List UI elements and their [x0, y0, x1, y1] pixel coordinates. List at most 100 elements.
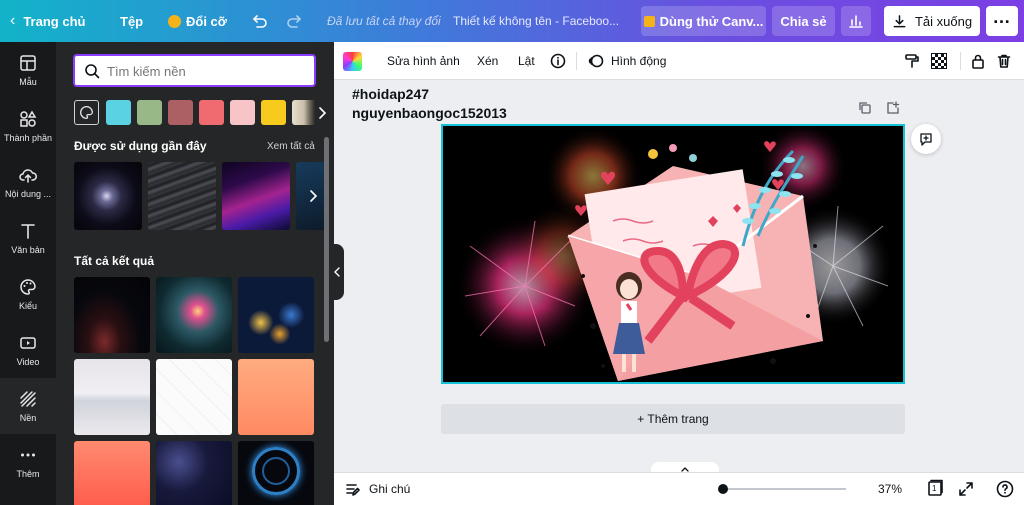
color-swatch[interactable] — [230, 100, 255, 125]
animate-label: Hình động — [611, 54, 667, 68]
background-icon — [20, 390, 36, 407]
bottom-bar: Ghi chú 37% 1 — [334, 472, 1024, 505]
edit-image-button[interactable]: Sửa hình ảnh — [387, 42, 460, 80]
edit-image-label: Sửa hình ảnh — [387, 54, 460, 68]
add-page-button[interactable]: + Thêm trang — [441, 404, 905, 434]
context-toolbar: Sửa hình ảnh Xén Lật Hình động — [334, 42, 1024, 80]
file-label: Tệp — [120, 13, 144, 29]
text-icon — [21, 223, 35, 239]
search-box[interactable] — [73, 54, 316, 87]
lock-button[interactable] — [970, 42, 986, 80]
add-comment-button[interactable] — [911, 124, 941, 154]
add-page-icon — [887, 101, 900, 114]
document-title[interactable]: Thiết kế không tên - Facebоо... — [453, 0, 619, 42]
more-icon — [21, 453, 35, 456]
try-pro-button[interactable]: Dùng thử Canv... — [641, 6, 766, 36]
background-thumbnail[interactable] — [74, 441, 150, 505]
palette-icon — [80, 106, 93, 119]
ring-graphic — [262, 457, 290, 485]
resize-label: Đổi cỡ — [186, 13, 228, 29]
download-icon — [893, 14, 906, 27]
background-thumbnail[interactable] — [238, 441, 314, 505]
panel-scrollbar[interactable] — [324, 137, 329, 342]
undo-button[interactable] — [250, 0, 268, 42]
chevron-right-icon — [310, 190, 318, 202]
background-thumbnail[interactable] — [156, 359, 232, 435]
recent-heading: Được sử dụng gần đây — [74, 139, 207, 153]
zoom-slider-track[interactable] — [722, 488, 846, 490]
design-canvas[interactable] — [441, 124, 905, 384]
notes-icon — [346, 484, 360, 496]
help-button[interactable] — [996, 480, 1014, 503]
info-button[interactable] — [550, 42, 566, 80]
search-icon — [85, 64, 100, 79]
zoom-level[interactable]: 37% — [878, 482, 902, 496]
color-swatch[interactable] — [137, 100, 162, 125]
page-caption: #hoidap247 nguyenbaongoc152013 — [352, 85, 507, 123]
color-swatch[interactable] — [106, 100, 131, 125]
rail-item-templates[interactable]: Mẫu — [0, 42, 56, 98]
paint-roller-icon — [905, 54, 919, 68]
notes-button[interactable]: Ghi chú — [345, 481, 410, 497]
rail-item-uploads[interactable]: Nội dung ... — [0, 154, 56, 210]
duplicate-page-button[interactable] — [858, 101, 872, 120]
rail-item-styles[interactable]: Kiểu — [0, 266, 56, 322]
background-thumbnail[interactable] — [238, 359, 314, 435]
collapse-panel-button[interactable] — [330, 244, 344, 300]
layout-icon — [20, 54, 36, 71]
zoom-slider-thumb[interactable] — [718, 484, 728, 494]
see-all-link[interactable]: Xem tất cả — [267, 141, 315, 152]
rail-label: Video — [16, 356, 40, 367]
chevron-left-icon — [334, 267, 340, 277]
flip-button[interactable]: Lật — [518, 42, 535, 80]
custom-color-button[interactable] — [74, 100, 99, 125]
add-page-icon-button[interactable] — [886, 101, 900, 120]
toolbar-divider — [960, 52, 961, 70]
rail-item-video[interactable]: Video — [0, 322, 56, 378]
rail-item-more[interactable]: Thêm — [0, 434, 56, 490]
background-thumbnail[interactable] — [238, 277, 314, 353]
copy-style-button[interactable] — [904, 42, 920, 80]
rail-label: Nền — [19, 412, 37, 423]
crop-button[interactable]: Xén — [477, 42, 498, 80]
insights-button[interactable] — [841, 6, 871, 36]
background-thumbnail[interactable] — [222, 162, 290, 230]
rail-item-text[interactable]: Văn bản — [0, 210, 56, 266]
home-button[interactable]: ‹ Trang chủ — [10, 0, 85, 42]
rail-label: Thêm — [16, 468, 40, 479]
download-button[interactable]: Tải xuống — [884, 6, 980, 36]
background-thumbnail[interactable] — [74, 162, 142, 230]
background-thumbnail[interactable] — [156, 277, 232, 353]
page-grid-button[interactable]: 1 — [926, 479, 944, 497]
background-thumbnail[interactable] — [156, 441, 232, 505]
share-button[interactable]: Chia sẻ — [772, 6, 835, 36]
download-label: Tải xuống — [914, 13, 973, 29]
rail-item-background[interactable]: Nền — [0, 378, 56, 434]
redo-icon — [287, 15, 301, 28]
animate-button[interactable]: Hình động — [588, 42, 666, 80]
fireworks-letter-artwork — [455, 126, 893, 381]
delete-button[interactable] — [996, 42, 1012, 80]
swatch-scroll-right-button[interactable] — [304, 98, 332, 127]
color-swatch[interactable] — [199, 100, 224, 125]
file-menu-button[interactable]: Tệp — [120, 0, 143, 42]
background-thumbnail[interactable] — [74, 277, 150, 353]
recent-scroll-right-button[interactable] — [302, 182, 324, 210]
fullscreen-button[interactable] — [958, 481, 974, 502]
resize-button[interactable]: Đổi cỡ — [168, 0, 227, 42]
background-thumbnail[interactable] — [74, 359, 150, 435]
color-picker-button[interactable] — [343, 42, 362, 80]
rail-item-elements[interactable]: Thành phần — [0, 98, 56, 154]
crown-icon — [168, 14, 181, 28]
color-swatch[interactable] — [168, 100, 193, 125]
more-options-button[interactable]: … — [986, 6, 1018, 36]
upload-cloud-icon — [19, 168, 37, 183]
rail-label: Thành phần — [3, 132, 53, 143]
transparency-button[interactable] — [931, 42, 947, 80]
background-thumbnail[interactable] — [148, 162, 216, 230]
search-input[interactable] — [107, 61, 307, 81]
redo-button[interactable] — [286, 0, 304, 42]
all-results-heading: Tất cả kết quả — [74, 254, 155, 268]
expand-icon — [959, 482, 973, 496]
color-swatch[interactable] — [261, 100, 286, 125]
